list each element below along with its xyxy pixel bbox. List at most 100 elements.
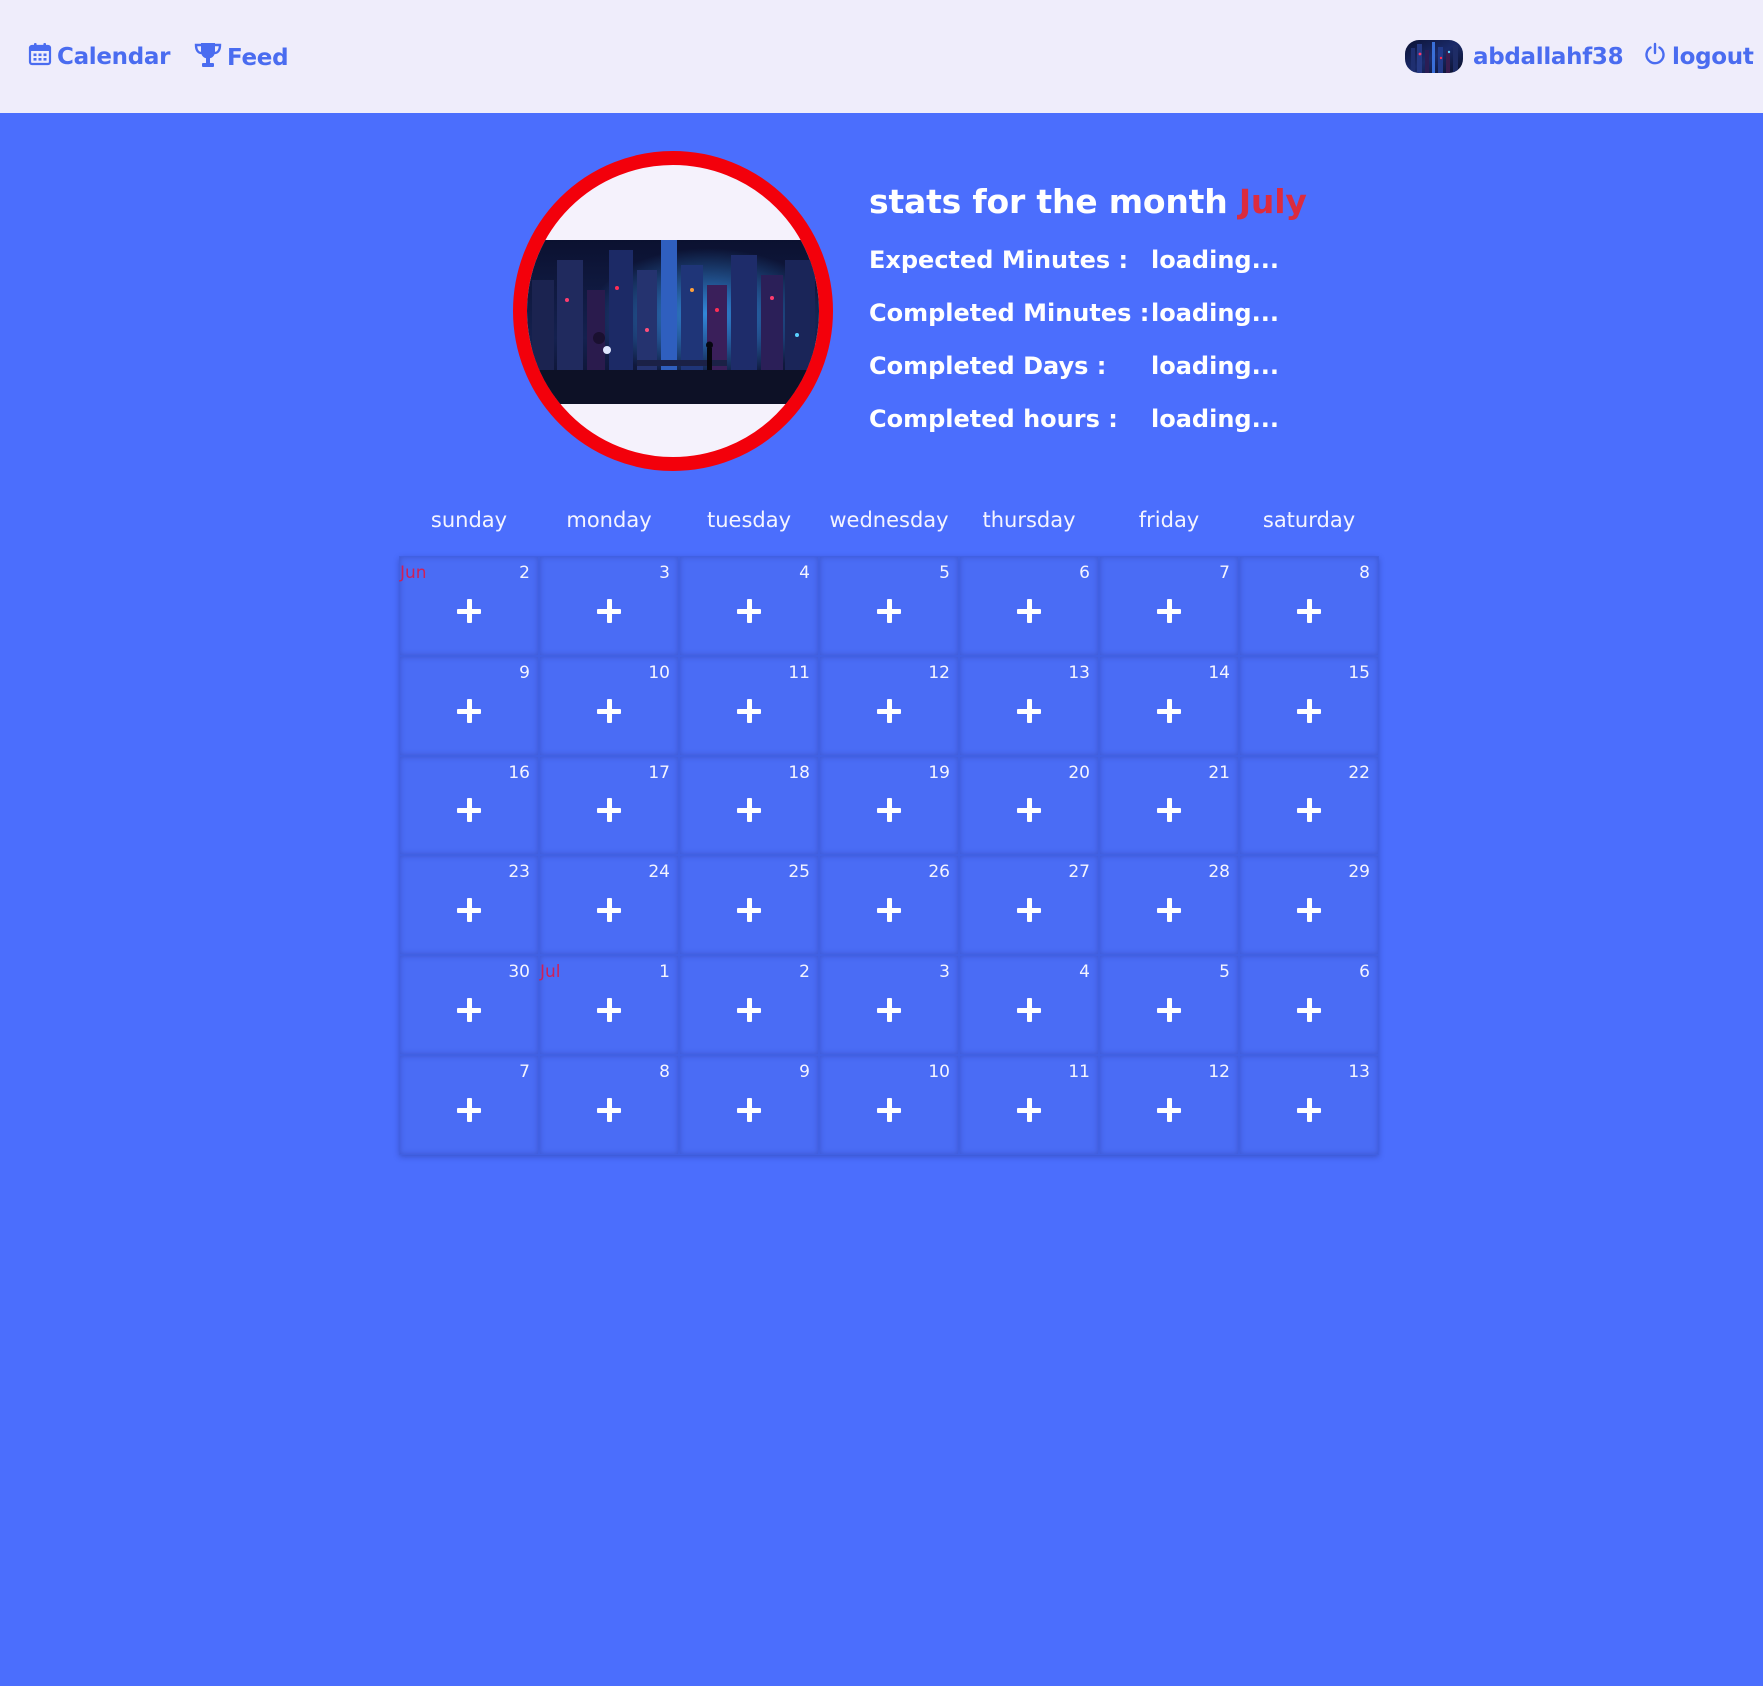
plus-icon[interactable] [734, 696, 764, 726]
nav-calendar-link[interactable]: Calendar [28, 42, 170, 72]
calendar-day-cell[interactable]: 8 [539, 1054, 679, 1155]
calendar-day-cell[interactable]: 6 [1239, 955, 1379, 1055]
calendar-day-cell[interactable]: 27 [959, 855, 1099, 956]
day-number: 11 [788, 662, 810, 683]
logout-link[interactable]: logout [1643, 42, 1754, 72]
calendar-day-cell[interactable]: 12 [1099, 1054, 1239, 1155]
calendar-day-cell[interactable]: 3 [539, 556, 679, 656]
calendar-day-cell[interactable]: 14 [1099, 655, 1239, 756]
plus-icon[interactable] [1154, 696, 1184, 726]
plus-icon[interactable] [1294, 795, 1324, 825]
plus-icon[interactable] [454, 895, 484, 925]
day-number: 6 [1359, 962, 1370, 983]
plus-icon[interactable] [454, 696, 484, 726]
calendar-day-cell[interactable]: 20 [959, 755, 1099, 856]
calendar-day-cell[interactable]: 5 [1099, 955, 1239, 1055]
plus-icon[interactable] [594, 795, 624, 825]
calendar-day-cell[interactable]: 29 [1239, 855, 1379, 956]
calendar-day-cell[interactable]: 21 [1099, 755, 1239, 856]
day-number: 16 [508, 762, 530, 783]
plus-icon[interactable] [874, 895, 904, 925]
plus-icon[interactable] [734, 596, 764, 626]
calendar-day-cell[interactable]: 19 [819, 755, 959, 856]
calendar-day-cell[interactable]: 11 [679, 655, 819, 756]
plus-icon[interactable] [874, 1095, 904, 1125]
plus-icon[interactable] [1154, 1095, 1184, 1125]
calendar-day-cell[interactable]: 16 [399, 755, 539, 856]
calendar-day-cell[interactable]: 13 [1239, 1054, 1379, 1155]
plus-icon[interactable] [1154, 596, 1184, 626]
calendar-day-cell[interactable]: 7 [399, 1054, 539, 1155]
plus-icon[interactable] [874, 795, 904, 825]
nav-feed-link[interactable]: Feed [194, 42, 289, 74]
plus-icon[interactable] [1294, 895, 1324, 925]
calendar-day-cell[interactable]: 8 [1239, 556, 1379, 656]
plus-icon[interactable] [734, 795, 764, 825]
calendar-day-cell[interactable]: 4 [959, 955, 1099, 1055]
plus-icon[interactable] [1014, 995, 1044, 1025]
username: abdallahf38 [1473, 43, 1624, 70]
calendar-day-cell[interactable]: Jul 1 [539, 955, 679, 1055]
plus-icon[interactable] [594, 1095, 624, 1125]
plus-icon[interactable] [454, 795, 484, 825]
calendar-day-cell[interactable]: 23 [399, 855, 539, 956]
plus-icon[interactable] [594, 696, 624, 726]
day-number: 12 [1208, 1061, 1230, 1082]
stat-value: loading... [1151, 246, 1279, 274]
plus-icon[interactable] [1294, 1095, 1324, 1125]
calendar-day-cell[interactable]: 17 [539, 755, 679, 856]
plus-icon[interactable] [734, 895, 764, 925]
calendar-day-cell[interactable]: Jun 2 [399, 556, 539, 656]
calendar-day-cell[interactable]: 2 [679, 955, 819, 1055]
plus-icon[interactable] [1154, 995, 1184, 1025]
plus-icon[interactable] [454, 1095, 484, 1125]
plus-icon[interactable] [1014, 1095, 1044, 1125]
plus-icon[interactable] [1154, 895, 1184, 925]
month-stats-panel: stats for the month July Expected Minute… [869, 182, 1307, 433]
plus-icon[interactable] [594, 596, 624, 626]
calendar-day-cell[interactable]: 25 [679, 855, 819, 956]
calendar-day-cell[interactable]: 15 [1239, 655, 1379, 756]
calendar-day-cell[interactable]: 9 [679, 1054, 819, 1155]
calendar-day-cell[interactable]: 3 [819, 955, 959, 1055]
calendar-day-cell[interactable]: 13 [959, 655, 1099, 756]
plus-icon[interactable] [874, 696, 904, 726]
plus-icon[interactable] [1154, 795, 1184, 825]
calendar-day-cell[interactable]: 9 [399, 655, 539, 756]
plus-icon[interactable] [594, 995, 624, 1025]
plus-icon[interactable] [594, 895, 624, 925]
plus-icon[interactable] [1014, 795, 1044, 825]
calendar-day-cell[interactable]: 30 [399, 955, 539, 1055]
calendar-day-cell[interactable]: 24 [539, 855, 679, 956]
plus-icon[interactable] [734, 1095, 764, 1125]
calendar-day-cell[interactable]: 10 [819, 1054, 959, 1155]
plus-icon[interactable] [874, 596, 904, 626]
calendar-day-cell[interactable]: 26 [819, 855, 959, 956]
calendar-day-cell[interactable]: 28 [1099, 855, 1239, 956]
plus-icon[interactable] [1294, 596, 1324, 626]
stat-value: loading... [1151, 352, 1279, 380]
calendar-day-cell[interactable]: 18 [679, 755, 819, 856]
plus-icon[interactable] [454, 995, 484, 1025]
calendar-day-cell[interactable]: 10 [539, 655, 679, 756]
calendar-day-cell[interactable]: 6 [959, 556, 1099, 656]
calendar-day-cell[interactable]: 5 [819, 556, 959, 656]
calendar-day-cell[interactable]: 7 [1099, 556, 1239, 656]
power-icon [1643, 42, 1667, 72]
plus-icon[interactable] [454, 596, 484, 626]
plus-icon[interactable] [1294, 995, 1324, 1025]
weekday-sunday: sunday [430, 508, 508, 532]
calendar-day-cell[interactable]: 12 [819, 655, 959, 756]
plus-icon[interactable] [1014, 696, 1044, 726]
calendar-day-cell[interactable]: 22 [1239, 755, 1379, 856]
day-number: 21 [1208, 762, 1230, 783]
calendar-day-cell[interactable]: 11 [959, 1054, 1099, 1155]
plus-icon[interactable] [874, 995, 904, 1025]
calendar-day-cell[interactable]: 4 [679, 556, 819, 656]
plus-icon[interactable] [1294, 696, 1324, 726]
calendar-grid: Jun 2 3 4 5 6 7 8 9 10 11 12 13 14 15 16 17 18 19 20 21 22 23 2… [399, 556, 1379, 1155]
nav-user-profile[interactable]: abdallahf38 [1405, 40, 1624, 73]
plus-icon[interactable] [1014, 895, 1044, 925]
plus-icon[interactable] [1014, 596, 1044, 626]
plus-icon[interactable] [734, 995, 764, 1025]
